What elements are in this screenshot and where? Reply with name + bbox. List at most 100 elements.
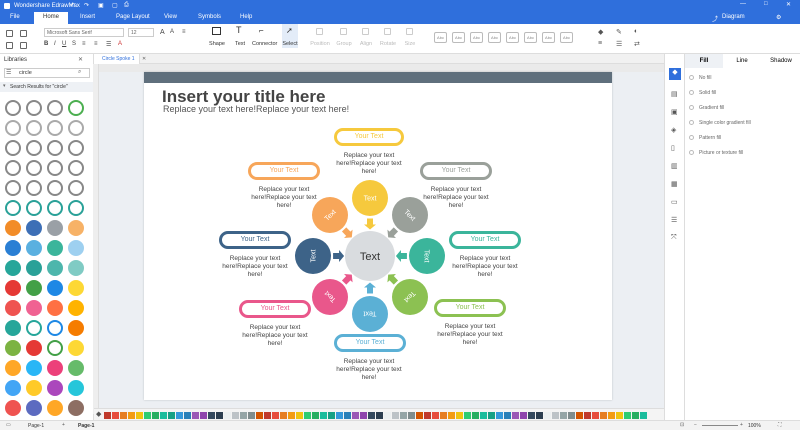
- library-symbol[interactable]: [26, 400, 42, 416]
- library-symbol[interactable]: [68, 360, 84, 376]
- palette-swatch[interactable]: [640, 412, 647, 419]
- single-gradient-radio[interactable]: [689, 120, 694, 125]
- text-box[interactable]: Your Text: [219, 231, 291, 249]
- text-box-description[interactable]: Replace your text here!Replace your text…: [421, 186, 491, 210]
- library-symbol[interactable]: [26, 320, 42, 336]
- fit-page-icon[interactable]: ⊡: [680, 422, 684, 428]
- font-name-select[interactable]: Microsoft Sans Serif: [44, 28, 124, 37]
- library-symbol[interactable]: [47, 160, 63, 176]
- zoom-in-icon[interactable]: +: [740, 422, 743, 428]
- zoom-out-icon[interactable]: −: [694, 422, 697, 428]
- library-symbol[interactable]: [47, 380, 63, 396]
- arrow-style-icon[interactable]: ⇄: [634, 40, 640, 48]
- library-symbol[interactable]: [26, 280, 42, 296]
- page-icon[interactable]: ▯: [671, 144, 675, 152]
- library-symbol[interactable]: [5, 280, 21, 296]
- font-size-select[interactable]: 12: [128, 28, 154, 37]
- paste-icon[interactable]: [6, 42, 13, 49]
- page-tab[interactable]: Page-1: [78, 423, 94, 429]
- comment-icon[interactable]: ▭: [671, 198, 678, 206]
- single-gradient-option[interactable]: Single color gradient fill: [699, 120, 751, 126]
- rotate-icon[interactable]: [384, 28, 391, 35]
- palette-swatch[interactable]: [112, 412, 119, 419]
- palette-swatch[interactable]: [408, 412, 415, 419]
- library-symbol[interactable]: [5, 180, 21, 196]
- image-panel-icon[interactable]: ▣: [671, 108, 678, 116]
- style-swatch[interactable]: Abc: [506, 32, 519, 43]
- library-symbol[interactable]: [5, 240, 21, 256]
- outline-icon[interactable]: ☰: [671, 216, 677, 224]
- solid-fill-radio[interactable]: [689, 90, 694, 95]
- close-icon[interactable]: ✕: [786, 1, 791, 8]
- palette-swatch[interactable]: [448, 412, 455, 419]
- palette-swatch[interactable]: [528, 412, 535, 419]
- text-box-description[interactable]: Replace your text here!Replace your text…: [249, 186, 319, 210]
- cut-icon[interactable]: [6, 30, 13, 37]
- palette-swatch[interactable]: [472, 412, 479, 419]
- palette-swatch[interactable]: [480, 412, 487, 419]
- library-symbol[interactable]: [47, 240, 63, 256]
- library-symbol[interactable]: [47, 260, 63, 276]
- palette-swatch[interactable]: [400, 412, 407, 419]
- library-symbol[interactable]: [47, 400, 63, 416]
- library-symbol[interactable]: [5, 120, 21, 136]
- library-symbol[interactable]: [68, 320, 84, 336]
- rotate-button[interactable]: Rotate: [376, 41, 400, 47]
- palette-swatch[interactable]: [544, 412, 551, 419]
- text-box[interactable]: Your Text: [334, 128, 404, 146]
- text-box[interactable]: Your Text: [248, 162, 320, 180]
- library-symbol[interactable]: [26, 220, 42, 236]
- tab-fill[interactable]: Fill: [685, 54, 723, 68]
- library-close-icon[interactable]: ✕: [78, 56, 83, 63]
- chart-icon[interactable]: ▥: [671, 162, 678, 170]
- line-style-icon[interactable]: ≡: [598, 40, 602, 47]
- style-swatch[interactable]: Abc: [434, 32, 447, 43]
- spoke-label[interactable]: Text: [423, 250, 430, 263]
- chevron-down-icon[interactable]: ▾: [3, 83, 6, 89]
- library-symbol[interactable]: [47, 180, 63, 196]
- palette-swatch[interactable]: [248, 412, 255, 419]
- palette-swatch[interactable]: [104, 412, 111, 419]
- palette-swatch[interactable]: [368, 412, 375, 419]
- search-results-header[interactable]: Search Results for "circle": [0, 82, 93, 92]
- library-symbol[interactable]: [47, 360, 63, 376]
- select-icon[interactable]: ➚: [286, 26, 293, 35]
- pattern-fill-option[interactable]: Pattern fill: [699, 135, 721, 141]
- library-symbol[interactable]: [68, 240, 84, 256]
- palette-swatch[interactable]: [520, 412, 527, 419]
- page-nav-icon[interactable]: ▭: [6, 422, 11, 428]
- style-swatch[interactable]: Abc: [488, 32, 501, 43]
- palette-swatch[interactable]: [264, 412, 271, 419]
- save-icon[interactable]: ▣: [98, 2, 104, 9]
- library-symbol[interactable]: [68, 140, 84, 156]
- library-symbol[interactable]: [47, 100, 63, 116]
- palette-swatch[interactable]: [128, 412, 135, 419]
- palette-swatch[interactable]: [184, 412, 191, 419]
- palette-swatch[interactable]: [464, 412, 471, 419]
- palette-swatch[interactable]: [568, 412, 575, 419]
- menu-insert[interactable]: Insert: [80, 14, 95, 20]
- palette-swatch[interactable]: [512, 412, 519, 419]
- library-symbol[interactable]: [26, 360, 42, 376]
- palette-swatch[interactable]: [192, 412, 199, 419]
- palette-swatch[interactable]: [592, 412, 599, 419]
- library-symbol[interactable]: [5, 100, 21, 116]
- connector-icon[interactable]: ⌐: [259, 26, 264, 35]
- layers-icon[interactable]: ◈: [671, 126, 676, 134]
- library-symbol[interactable]: [68, 220, 84, 236]
- line-weight-icon[interactable]: ☰: [616, 40, 622, 48]
- shape-button[interactable]: Shape: [205, 41, 229, 47]
- palette-swatch[interactable]: [552, 412, 559, 419]
- palette-swatch[interactable]: [136, 412, 143, 419]
- palette-swatch[interactable]: [392, 412, 399, 419]
- palette-swatch[interactable]: [288, 412, 295, 419]
- text-box-description[interactable]: Replace your text here!Replace your text…: [240, 324, 310, 348]
- library-symbol[interactable]: [68, 280, 84, 296]
- palette-swatch[interactable]: [216, 412, 223, 419]
- library-symbol[interactable]: [5, 140, 21, 156]
- position-button[interactable]: Position: [308, 41, 332, 47]
- user-label[interactable]: Diagram: [722, 14, 745, 20]
- library-symbol[interactable]: [68, 400, 84, 416]
- menu-home[interactable]: Home: [34, 12, 68, 24]
- share-icon[interactable]: ⤴: [712, 14, 718, 23]
